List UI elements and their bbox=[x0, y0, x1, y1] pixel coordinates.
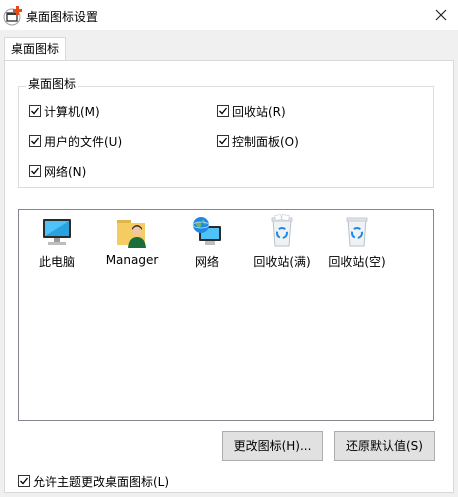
checkbox-computer[interactable]: 计算机(M) bbox=[29, 103, 100, 119]
checkmark-icon bbox=[31, 137, 40, 145]
checkbox-box[interactable] bbox=[217, 105, 229, 117]
group-label: 桌面图标 bbox=[26, 75, 79, 92]
icon-label: 回收站(空) bbox=[328, 255, 386, 269]
checkbox-label: 允许主题更改桌面图标(L) bbox=[33, 474, 170, 489]
checkbox-label: 网络(N) bbox=[44, 164, 87, 179]
change-icon-button[interactable]: 更改图标(H)... bbox=[222, 431, 323, 461]
checkmark-icon bbox=[31, 107, 40, 115]
icon-label: 回收站(满) bbox=[253, 255, 311, 269]
list-item-network[interactable]: 网络 bbox=[175, 214, 239, 270]
checkbox-box[interactable] bbox=[29, 105, 41, 117]
checkbox-box[interactable] bbox=[217, 135, 229, 147]
icon-list-view[interactable]: 此电脑 Manager 网络 回收站(满) 回收站(空) bbox=[18, 209, 434, 421]
list-item-recycle-bin-empty[interactable]: 回收站(空) bbox=[325, 214, 389, 270]
title-bar: 桌面图标设置 bbox=[0, 0, 458, 30]
tab-desktop-icons[interactable]: 桌面图标 bbox=[4, 37, 66, 60]
checkbox-box[interactable] bbox=[18, 475, 30, 487]
checkbox-recycle-bin[interactable]: 回收站(R) bbox=[217, 103, 286, 119]
window-title: 桌面图标设置 bbox=[26, 10, 99, 24]
checkbox-control-panel[interactable]: 控制面板(O) bbox=[217, 133, 299, 149]
tab-label: 桌面图标 bbox=[10, 42, 59, 56]
desktop-settings-app-icon bbox=[3, 4, 25, 26]
checkbox-box[interactable] bbox=[29, 165, 41, 177]
icon-label: Manager bbox=[105, 253, 159, 267]
list-item-this-pc[interactable]: 此电脑 bbox=[25, 214, 89, 270]
checkmark-icon bbox=[31, 167, 40, 175]
checkbox-label: 用户的文件(U) bbox=[44, 134, 123, 149]
icon-label: 网络 bbox=[194, 255, 219, 269]
tab-strip: 桌面图标 bbox=[0, 30, 458, 60]
network-icon bbox=[192, 217, 221, 245]
checkbox-label: 计算机(M) bbox=[44, 104, 100, 119]
list-item-recycle-bin-full[interactable]: 回收站(满) bbox=[250, 214, 314, 270]
checkbox-user-files[interactable]: 用户的文件(U) bbox=[29, 133, 122, 149]
restore-default-button[interactable]: 还原默认值(S) bbox=[334, 431, 435, 461]
user-folder-icon bbox=[117, 220, 146, 248]
checkmark-icon bbox=[219, 107, 228, 115]
close-icon bbox=[435, 9, 447, 21]
checkbox-label: 控制面板(O) bbox=[232, 134, 299, 149]
close-button[interactable] bbox=[424, 0, 458, 30]
checkbox-label: 回收站(R) bbox=[232, 104, 286, 119]
checkbox-network[interactable]: 网络(N) bbox=[29, 163, 86, 179]
checkmark-icon bbox=[20, 477, 29, 485]
recycle-bin-empty-icon bbox=[346, 217, 368, 247]
list-item-user-files[interactable]: Manager bbox=[100, 214, 164, 267]
recycle-bin-full-icon bbox=[271, 214, 293, 247]
checkbox-allow-theme-change[interactable]: 允许主题更改桌面图标(L) bbox=[18, 473, 169, 489]
icon-label: 此电脑 bbox=[38, 255, 75, 269]
checkmark-icon bbox=[219, 137, 228, 145]
computer-icon bbox=[43, 219, 71, 245]
checkbox-box[interactable] bbox=[29, 135, 41, 147]
